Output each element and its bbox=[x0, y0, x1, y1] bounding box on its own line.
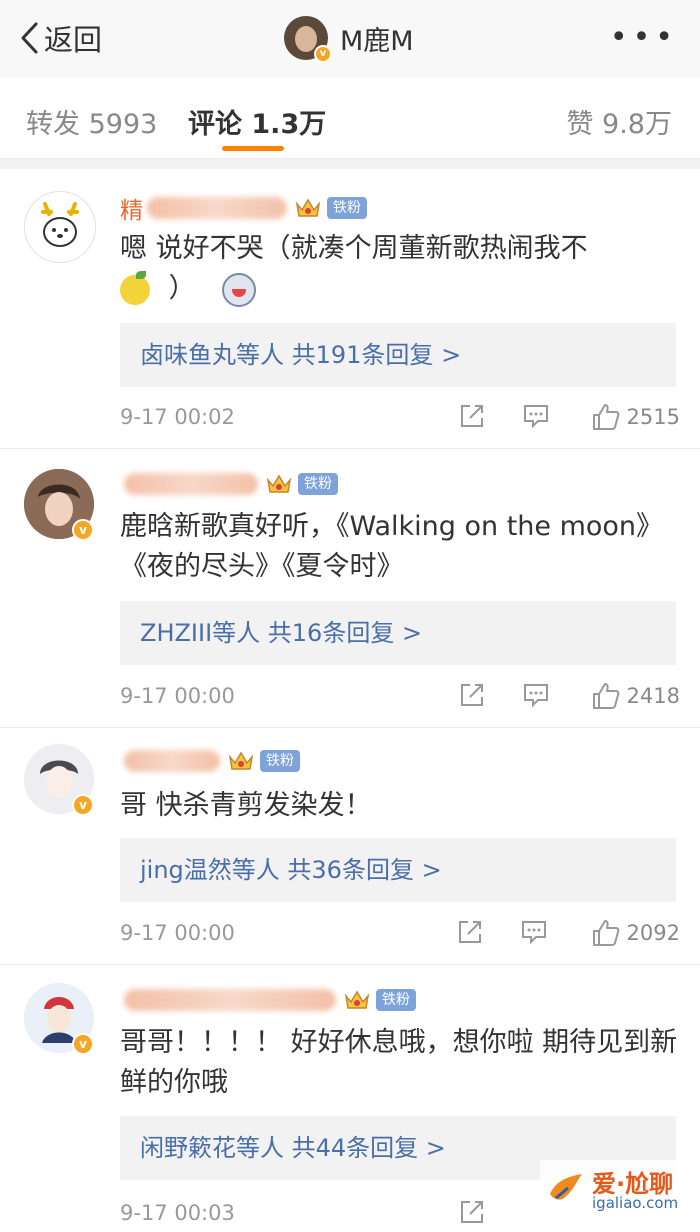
username[interactable]: 精 bbox=[120, 191, 143, 225]
thumbs-up-icon bbox=[592, 683, 619, 709]
page-title: M鹿M bbox=[340, 25, 414, 57]
post-author[interactable]: v M鹿M bbox=[284, 12, 414, 64]
back-label: 返回 bbox=[44, 23, 103, 57]
more-icon[interactable]: ••• bbox=[610, 23, 678, 53]
username-row: 精 铁粉 bbox=[120, 191, 367, 225]
comment-item: v 铁粉 鹿晗新歌真好听，《Walking on the moon》《夜的尽头》… bbox=[0, 449, 700, 728]
reply-summary-text: jing温然等人 共36条回复 > bbox=[140, 856, 442, 884]
comment-item: 精 铁粉 嗯 说好不哭（就凑个周董新歌热闹我不 ） 卤味鱼丸等人 共191条回复… bbox=[0, 169, 700, 449]
like-count: 2092 bbox=[626, 921, 680, 945]
bird-logo-icon bbox=[550, 1174, 582, 1200]
watermark-url: igaliao.com bbox=[592, 1194, 679, 1212]
watermark: 爱·尬聊 igaliao.com bbox=[540, 1160, 700, 1220]
like-count: 2515 bbox=[626, 405, 680, 429]
reply-summary-text: 卤味鱼丸等人 共191条回复 > bbox=[140, 341, 462, 369]
crown-icon bbox=[295, 198, 321, 217]
fan-badge: 铁粉 bbox=[260, 750, 300, 772]
reply-summary-text: ZHZIII等人 共16条回复 > bbox=[140, 619, 423, 647]
username-row: 铁粉 bbox=[120, 469, 338, 499]
tab-comments[interactable]: 评论 1.3万 bbox=[188, 102, 326, 141]
divider bbox=[0, 159, 700, 169]
username-row: 铁粉 bbox=[120, 985, 416, 1015]
fan-badge: 铁粉 bbox=[376, 989, 416, 1011]
active-tab-indicator bbox=[222, 146, 284, 151]
share-icon[interactable] bbox=[458, 681, 486, 709]
blurred-username bbox=[124, 989, 336, 1011]
reply-summary-text: 闲野簌花等人 共44条回复 > bbox=[140, 1134, 446, 1162]
share-icon[interactable] bbox=[458, 1198, 486, 1226]
comment-meta: 9-17 00:00 2092 bbox=[120, 918, 680, 948]
comment-text: 嗯 说好不哭（就凑个周董新歌热闹我不 ） bbox=[120, 229, 680, 309]
timestamp: 9-17 00:00 bbox=[120, 684, 235, 708]
dog-emoji-icon bbox=[222, 272, 257, 307]
comment-item: v 铁粉 哥 快杀青剪发染发！ jing温然等人 共36条回复 > 9-17 0… bbox=[0, 728, 700, 965]
like-button[interactable]: 2418 bbox=[591, 681, 680, 711]
blurred-username bbox=[124, 750, 220, 772]
back-button[interactable]: 返回 bbox=[18, 14, 102, 62]
commenter-avatar[interactable]: v bbox=[24, 744, 94, 816]
comment-text-line: 嗯 说好不哭（就凑个周董新歌热闹我不 bbox=[120, 233, 588, 264]
nav-bar: 返回 v M鹿M ••• bbox=[0, 0, 700, 79]
comment-meta: 9-17 00:00 2418 bbox=[120, 681, 680, 711]
deer-avatar-icon bbox=[41, 202, 79, 247]
comment-icon[interactable] bbox=[520, 918, 548, 946]
share-icon[interactable] bbox=[458, 402, 486, 430]
comment-text-line: ） bbox=[168, 273, 196, 304]
comment-text: 哥 快杀青剪发染发！ bbox=[120, 790, 372, 821]
like-count: 2418 bbox=[626, 684, 680, 708]
timestamp: 9-17 00:02 bbox=[120, 405, 235, 429]
comment-icon[interactable] bbox=[522, 402, 550, 430]
chevron-left-icon bbox=[21, 22, 38, 54]
reply-summary[interactable]: ZHZIII等人 共16条回复 > bbox=[120, 601, 676, 665]
verified-icon: v bbox=[72, 794, 94, 816]
commenter-avatar[interactable]: v bbox=[24, 469, 94, 541]
author-avatar[interactable]: v bbox=[284, 16, 332, 63]
tab-bar: 转发 5993 评论 1.3万 赞 9.8万 bbox=[0, 78, 700, 159]
crown-icon bbox=[228, 751, 254, 770]
crown-icon bbox=[344, 990, 370, 1009]
tab-reposts[interactable]: 转发 5993 bbox=[26, 102, 157, 141]
username-row: 铁粉 bbox=[120, 746, 300, 776]
fan-badge: 铁粉 bbox=[327, 197, 367, 219]
tab-likes[interactable]: 赞 9.8万 bbox=[566, 102, 672, 141]
blurred-username bbox=[124, 473, 258, 495]
thumbs-up-icon bbox=[592, 920, 619, 946]
verified-icon: v bbox=[72, 519, 94, 541]
reply-summary[interactable]: jing温然等人 共36条回复 > bbox=[120, 838, 676, 902]
comment-icon[interactable] bbox=[522, 681, 550, 709]
reply-summary[interactable]: 卤味鱼丸等人 共191条回复 > bbox=[120, 323, 676, 387]
lemon-emoji-icon bbox=[120, 270, 150, 305]
commenter-avatar[interactable] bbox=[24, 191, 96, 263]
blurred-username bbox=[147, 197, 287, 219]
verified-icon: v bbox=[72, 1033, 94, 1055]
fan-badge: 铁粉 bbox=[298, 473, 338, 495]
share-icon[interactable] bbox=[456, 918, 484, 946]
verified-icon: v bbox=[314, 45, 332, 63]
comment-text: 鹿晗新歌真好听，《Walking on the moon》《夜的尽头》《夏令时》 bbox=[120, 511, 664, 582]
like-button[interactable]: 2515 bbox=[591, 402, 680, 432]
timestamp: 9-17 00:00 bbox=[120, 921, 235, 945]
thumbs-up-icon bbox=[592, 404, 619, 430]
commenter-avatar[interactable]: v bbox=[24, 983, 94, 1055]
comment-meta: 9-17 00:02 2515 bbox=[120, 402, 680, 432]
comment-text: 哥哥！！！！ 好好休息哦，想你啦 期待见到新鲜的你哦 bbox=[120, 1027, 678, 1098]
like-button[interactable]: 2092 bbox=[591, 918, 680, 948]
timestamp: 9-17 00:03 bbox=[120, 1201, 235, 1225]
crown-icon bbox=[266, 474, 292, 493]
